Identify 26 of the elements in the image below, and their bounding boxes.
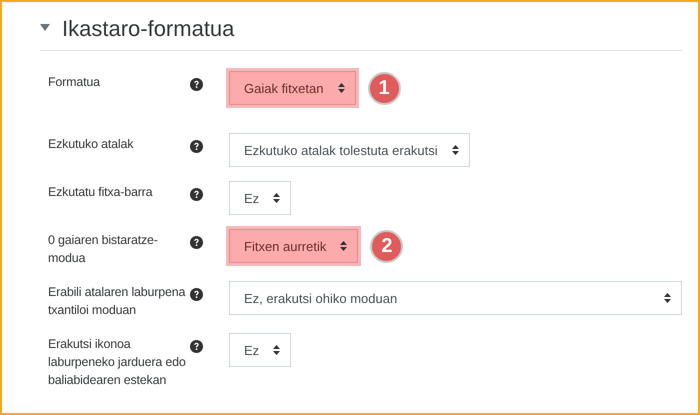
select-dropdown[interactable]: Ezkutuko atalak tolestuta erakutsi bbox=[229, 133, 470, 167]
help-icon[interactable] bbox=[190, 236, 203, 249]
sort-caret-icon bbox=[273, 345, 280, 355]
step-number-badge: 2 bbox=[370, 230, 404, 262]
field-label: Ezkutuko atalak bbox=[48, 136, 134, 153]
sort-caret-icon bbox=[664, 293, 671, 303]
help-icon[interactable] bbox=[190, 140, 203, 153]
field-label: Ezkutatu fitxa-barra bbox=[48, 184, 154, 201]
field-label: Erakutsi ikonoa laburpeneko jarduera edo baliabidearen estekan bbox=[48, 336, 187, 389]
sort-caret-icon bbox=[340, 241, 348, 251]
help-icon[interactable] bbox=[190, 78, 203, 91]
select-dropdown[interactable]: Ez bbox=[229, 333, 292, 367]
section-title: Ikastaro-formatua bbox=[62, 16, 234, 42]
sort-caret-icon bbox=[338, 83, 344, 93]
field-label: Erabili atalaren laburpena txantiloi moduan bbox=[48, 284, 186, 319]
sort-caret-icon bbox=[452, 145, 459, 155]
sort-caret-icon bbox=[273, 193, 280, 203]
select-dropdown[interactable]: Ez bbox=[229, 181, 292, 215]
field-label: Formatua bbox=[48, 74, 102, 91]
help-icon[interactable] bbox=[190, 288, 203, 301]
help-icon[interactable] bbox=[190, 188, 203, 201]
select-dropdown[interactable]: Ez, erakutsi ohiko moduan bbox=[229, 281, 682, 315]
select-dropdown[interactable]: Fitxen aurretik bbox=[229, 229, 358, 263]
field-label: 0 gaiaren bistaratze-modua bbox=[48, 232, 159, 267]
help-icon[interactable] bbox=[190, 340, 203, 353]
step-number-badge: 1 bbox=[368, 72, 400, 104]
